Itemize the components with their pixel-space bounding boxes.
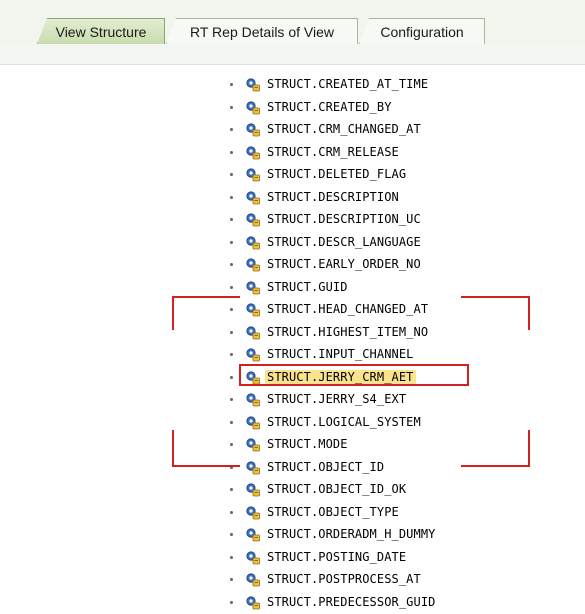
structure-attribute-icon: [246, 213, 260, 227]
tree-node-label: STRUCT.OBJECT_ID_OK: [267, 482, 407, 496]
tree-bullet-icon: [230, 376, 233, 379]
structure-attribute-icon: [246, 506, 260, 520]
panel-toolbar-strip: [0, 44, 585, 65]
tree-node[interactable]: STRUCT.EARLY_ORDER_NO: [0, 254, 585, 276]
tree-bullet-icon: [230, 601, 233, 604]
tree-bullet-icon: [230, 556, 233, 559]
tree-bullet-icon: [230, 308, 233, 311]
tree-bullet-icon: [230, 421, 233, 424]
tree-node[interactable]: STRUCT.OBJECT_TYPE: [0, 502, 585, 524]
structure-attribute-icon: [246, 78, 260, 92]
structure-attribute-icon: [246, 146, 260, 160]
tree-node[interactable]: STRUCT.ORDERADM_H_DUMMY: [0, 524, 585, 546]
structure-attribute-icon: [246, 573, 260, 587]
tree-node-label: STRUCT.CRM_CHANGED_AT: [267, 122, 421, 136]
tree-node-label: STRUCT.HEAD_CHANGED_AT: [267, 302, 429, 316]
tree-node[interactable]: STRUCT.POSTPROCESS_AT: [0, 569, 585, 591]
tree-node-label: STRUCT.PREDECESSOR_GUID: [267, 595, 436, 609]
tree-node-label: STRUCT.CRM_RELEASE: [267, 145, 399, 159]
structure-attribute-icon: [246, 191, 260, 205]
tree-node-label: STRUCT.MODE: [267, 437, 348, 451]
tree-node-label: STRUCT.EARLY_ORDER_NO: [267, 257, 421, 271]
tree-node[interactable]: STRUCT.CREATED_AT_TIME: [0, 74, 585, 96]
tree-node[interactable]: STRUCT.DELETED_FLAG: [0, 164, 585, 186]
tree-node-label: STRUCT.OBJECT_ID: [267, 460, 385, 474]
structure-attribute-icon: [246, 393, 260, 407]
tree-node-label: STRUCT.INPUT_CHANNEL: [267, 347, 414, 361]
tree-node-label: STRUCT.DESCR_LANGUAGE: [267, 235, 421, 249]
tab-bar: View Structure RT Rep Details of View Co…: [0, 0, 585, 45]
tree-node-label: STRUCT.CREATED_BY: [267, 100, 392, 114]
structure-attribute-icon: [246, 461, 260, 475]
tree-node[interactable]: STRUCT.HEAD_CHANGED_AT: [0, 299, 585, 321]
tree-bullet-icon: [230, 218, 233, 221]
tree-bullet-icon: [230, 331, 233, 334]
tree-node-label: STRUCT.GUID: [267, 280, 348, 294]
tree-node[interactable]: STRUCT.CRM_RELEASE: [0, 142, 585, 164]
tree-bullet-icon: [230, 511, 233, 514]
tab-configuration[interactable]: Configuration: [359, 18, 485, 44]
tree-node[interactable]: STRUCT.DESCRIPTION_UC: [0, 209, 585, 231]
tree-node[interactable]: STRUCT.MODE: [0, 434, 585, 456]
tree-node[interactable]: STRUCT.DESCR_LANGUAGE: [0, 232, 585, 254]
tree-node-label: STRUCT.JERRY_S4_EXT: [267, 392, 407, 406]
tree-node[interactable]: STRUCT.CREATED_BY: [0, 97, 585, 119]
structure-attribute-icon: [246, 528, 260, 542]
tree-bullet-icon: [230, 263, 233, 266]
tab-rt-rep-details-of-view[interactable]: RT Rep Details of View: [166, 18, 358, 44]
tree-node-label: STRUCT.ORDERADM_H_DUMMY: [267, 527, 436, 541]
tree-node-label: STRUCT.HIGHEST_ITEM_NO: [267, 325, 429, 339]
tree-bullet-icon: [230, 241, 233, 244]
structure-attribute-icon: [246, 168, 260, 182]
tree-bullet-icon: [230, 353, 233, 356]
tree-bullet-icon: [230, 443, 233, 446]
tree-node-label: STRUCT.DESCRIPTION: [267, 190, 399, 204]
structure-attribute-icon: [246, 281, 260, 295]
tree-node[interactable]: STRUCT.HIGHEST_ITEM_NO: [0, 322, 585, 344]
structure-attribute-icon: [246, 236, 260, 250]
tree-node[interactable]: STRUCT.DESCRIPTION: [0, 187, 585, 209]
tree-bullet-icon: [230, 398, 233, 401]
tree-bullet-icon: [230, 173, 233, 176]
structure-attribute-icon: [246, 438, 260, 452]
tree-bullet-icon: [230, 106, 233, 109]
tree-node-label: STRUCT.POSTING_DATE: [267, 550, 407, 564]
structure-attribute-icon: [246, 551, 260, 565]
tree-node-label: STRUCT.POSTPROCESS_AT: [267, 572, 421, 586]
tree-node[interactable]: STRUCT.LOGICAL_SYSTEM: [0, 412, 585, 434]
structure-attribute-icon: [246, 258, 260, 272]
highlight-box: [239, 364, 469, 386]
tree-node-label: STRUCT.OBJECT_TYPE: [267, 505, 399, 519]
tree-node-label: STRUCT.DESCRIPTION_UC: [267, 212, 421, 226]
tree-bullet-icon: [230, 151, 233, 154]
tree-bullet-icon: [230, 488, 233, 491]
structure-attribute-icon: [246, 101, 260, 115]
tree-bullet-icon: [230, 128, 233, 131]
tree-node[interactable]: STRUCT.JERRY_S4_EXT: [0, 389, 585, 411]
structure-attribute-icon: [246, 326, 260, 340]
structure-attribute-icon: [246, 483, 260, 497]
tab-view-structure[interactable]: View Structure: [37, 18, 165, 44]
tree-node[interactable]: STRUCT.INPUT_CHANNEL: [0, 344, 585, 366]
structure-attribute-icon: [246, 348, 260, 362]
tree-bullet-icon: [230, 533, 233, 536]
tree-node-label: STRUCT.LOGICAL_SYSTEM: [267, 415, 421, 429]
tree-node[interactable]: STRUCT.POSTING_DATE: [0, 547, 585, 569]
tree-node[interactable]: STRUCT.OBJECT_ID: [0, 457, 585, 479]
tree-node-label: STRUCT.DELETED_FLAG: [267, 167, 407, 181]
tree-bullet-icon: [230, 286, 233, 289]
tree-bullet-icon: [230, 83, 233, 86]
structure-attribute-icon: [246, 123, 260, 137]
tree-node[interactable]: STRUCT.PREDECESSOR_GUID: [0, 592, 585, 614]
tree-node[interactable]: STRUCT.OBJECT_ID_OK: [0, 479, 585, 501]
tree-node-label: STRUCT.CREATED_AT_TIME: [267, 77, 429, 91]
structure-attribute-icon: [246, 416, 260, 430]
tree-bullet-icon: [230, 578, 233, 581]
structure-attribute-icon: [246, 596, 260, 610]
tree-bullet-icon: [230, 196, 233, 199]
structure-attribute-icon: [246, 303, 260, 317]
tree-node[interactable]: STRUCT.CRM_CHANGED_AT: [0, 119, 585, 141]
